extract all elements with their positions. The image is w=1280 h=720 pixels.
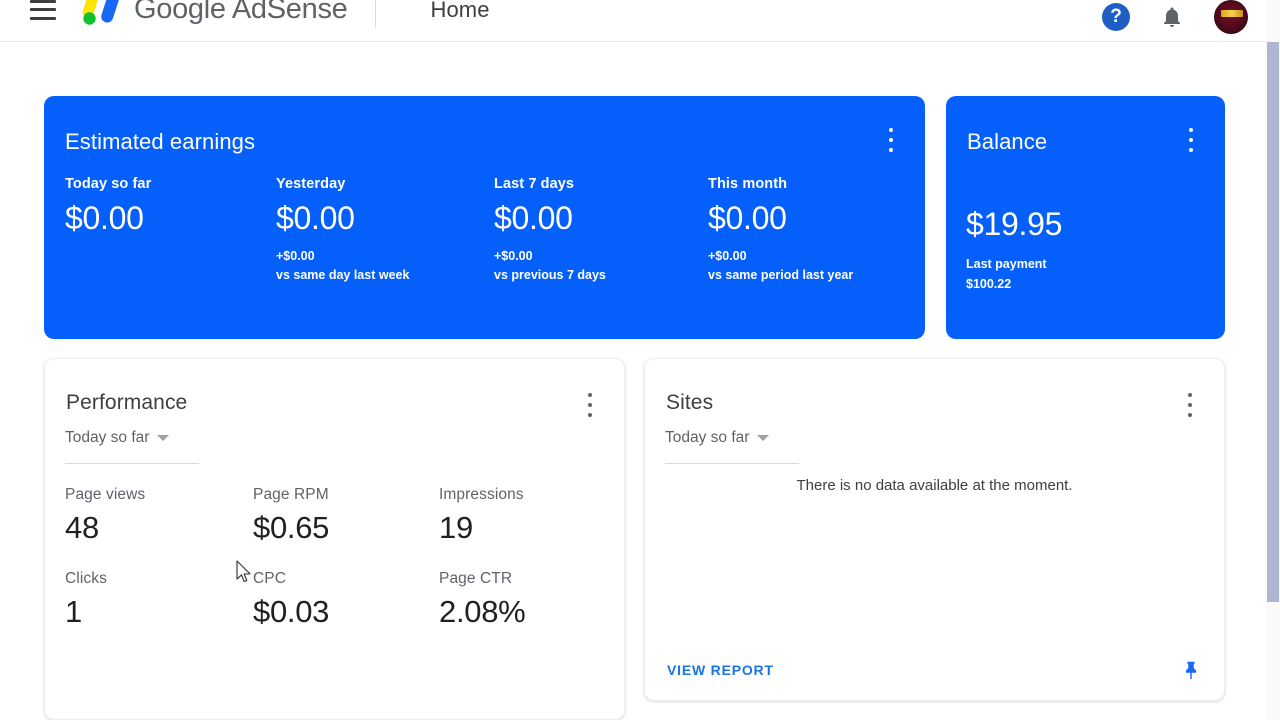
earnings-metric-label: This month [708, 176, 788, 192]
chevron-down-icon [757, 435, 770, 441]
brand-logo[interactable]: Google AdSense [78, 0, 348, 32]
header-actions: ? [1102, 0, 1248, 34]
pin-icon[interactable] [1180, 656, 1202, 684]
earnings-delta-value: +$0.00 [708, 249, 747, 263]
kebab-dot [1188, 413, 1192, 417]
hamburger-bar [30, 0, 56, 3]
notifications-bell-icon[interactable] [1160, 4, 1184, 30]
performance-card: Performance Today so far Page views 48 P… [44, 358, 625, 720]
kebab-dot [1189, 148, 1193, 152]
performance-menu-icon[interactable] [580, 393, 600, 417]
earnings-metric-last7days: Last 7 days $0.00 +$0.00 vs previous 7 d… [494, 176, 704, 286]
earnings-metric-thismonth: This month $0.00 +$0.00 vs same period l… [708, 176, 928, 286]
performance-metric-label: Page views [65, 486, 146, 503]
sites-card: Sites Today so far There is no data avai… [644, 358, 1225, 701]
earnings-metric-delta: +$0.00 vs same day last week [276, 247, 486, 286]
balance-last-payment: Last payment $100.22 [966, 254, 1047, 294]
balance-menu-icon[interactable] [1181, 128, 1201, 152]
sites-date-range-select[interactable]: Today so far [665, 429, 770, 457]
kebab-dot [588, 393, 592, 397]
help-icon[interactable]: ? [1102, 3, 1130, 31]
kebab-dot [889, 138, 893, 142]
last-payment-value: $100.22 [966, 277, 1012, 291]
kebab-dot [588, 403, 592, 407]
earnings-metric-value: $0.00 [708, 200, 787, 236]
earnings-metric-value: $0.00 [494, 200, 573, 236]
performance-metric-value: $0.65 [253, 510, 330, 545]
estimated-earnings-title: Estimated earnings [65, 129, 256, 154]
performance-metric-value: 19 [439, 510, 473, 545]
brand-title: Google AdSense [134, 0, 348, 25]
kebab-dot [889, 128, 893, 132]
last-payment-label: Last payment [966, 257, 1047, 271]
header-divider [375, 0, 377, 28]
performance-metric-impressions: Impressions 19 [439, 486, 524, 546]
balance-title: Balance [967, 129, 1048, 154]
sites-title: Sites [666, 391, 714, 414]
hamburger-bar [30, 8, 56, 11]
performance-metric-value: 48 [65, 510, 99, 545]
earnings-metric-delta: +$0.00 vs same period last year [708, 247, 928, 286]
earnings-delta-comparison: vs previous 7 days [494, 268, 606, 283]
page-scrollbar-thumb[interactable] [1267, 42, 1279, 602]
kebab-dot [889, 148, 893, 152]
earnings-delta-comparison: vs same day last week [276, 268, 410, 283]
sites-range-underline [665, 463, 799, 464]
nav-item-home[interactable]: Home [430, 0, 489, 23]
sites-menu-icon[interactable] [1180, 393, 1200, 417]
performance-metric-label: Page CTR [439, 570, 513, 587]
hamburger-menu-icon[interactable] [30, 0, 56, 20]
adsense-logo-icon [82, 0, 119, 25]
performance-metric-value: 2.08% [439, 594, 526, 629]
adsense-home-page: Google AdSense Home ? Estimated earnings… [0, 0, 1280, 720]
earnings-metric-today: Today so far $0.00 [65, 176, 265, 237]
hamburger-bar [30, 16, 56, 20]
performance-range-underline [65, 463, 199, 464]
performance-metric-label: Page RPM [253, 486, 329, 503]
kebab-dot [1188, 403, 1192, 407]
performance-metric-page-ctr: Page CTR 2.08% [439, 570, 526, 630]
kebab-dot [1189, 128, 1193, 132]
estimated-earnings-menu-icon[interactable] [881, 128, 901, 152]
performance-metric-label: Impressions [439, 486, 524, 503]
account-avatar[interactable] [1214, 0, 1248, 34]
performance-range-label: Today so far [65, 429, 150, 446]
performance-metric-value: $0.03 [253, 594, 330, 629]
performance-metric-value: 1 [65, 594, 82, 629]
estimated-earnings-card: Estimated earnings Today so far $0.00 Ye… [44, 96, 925, 339]
kebab-dot [588, 413, 592, 417]
earnings-metric-delta: +$0.00 vs previous 7 days [494, 247, 704, 286]
chevron-down-icon [157, 435, 170, 441]
sites-range-label: Today so far [665, 429, 750, 446]
view-report-link[interactable]: VIEW REPORT [667, 662, 774, 678]
app-header: Google AdSense Home ? [0, 0, 1268, 42]
kebab-dot [1188, 393, 1192, 397]
sites-empty-message: There is no data available at the moment… [796, 477, 1073, 494]
kebab-dot [1189, 138, 1193, 142]
performance-metric-page-rpm: Page RPM $0.65 [253, 486, 329, 546]
earnings-metric-value: $0.00 [276, 200, 355, 236]
balance-value: $19.95 [966, 206, 1063, 242]
earnings-delta-comparison: vs same period last year [708, 268, 854, 283]
earnings-metric-label: Last 7 days [494, 176, 575, 192]
performance-date-range-select[interactable]: Today so far [65, 429, 170, 457]
earnings-delta-value: +$0.00 [494, 249, 533, 263]
earnings-metric-yesterday: Yesterday $0.00 +$0.00 vs same day last … [276, 176, 486, 286]
performance-metric-label: Clicks [65, 570, 107, 587]
performance-metric-label: CPC [253, 570, 287, 587]
earnings-metric-value: $0.00 [65, 200, 144, 236]
dashboard-content: Estimated earnings Today so far $0.00 Ye… [0, 43, 1256, 720]
earnings-metric-label: Today so far [65, 176, 152, 192]
performance-title: Performance [66, 391, 188, 414]
earnings-metric-label: Yesterday [276, 176, 346, 192]
performance-metric-clicks: Clicks 1 [65, 570, 107, 630]
performance-metric-cpc: CPC $0.03 [253, 570, 329, 630]
earnings-delta-value: +$0.00 [276, 249, 315, 263]
balance-card: Balance $19.95 Last payment $100.22 [946, 96, 1225, 339]
performance-metric-page-views: Page views 48 [65, 486, 145, 546]
